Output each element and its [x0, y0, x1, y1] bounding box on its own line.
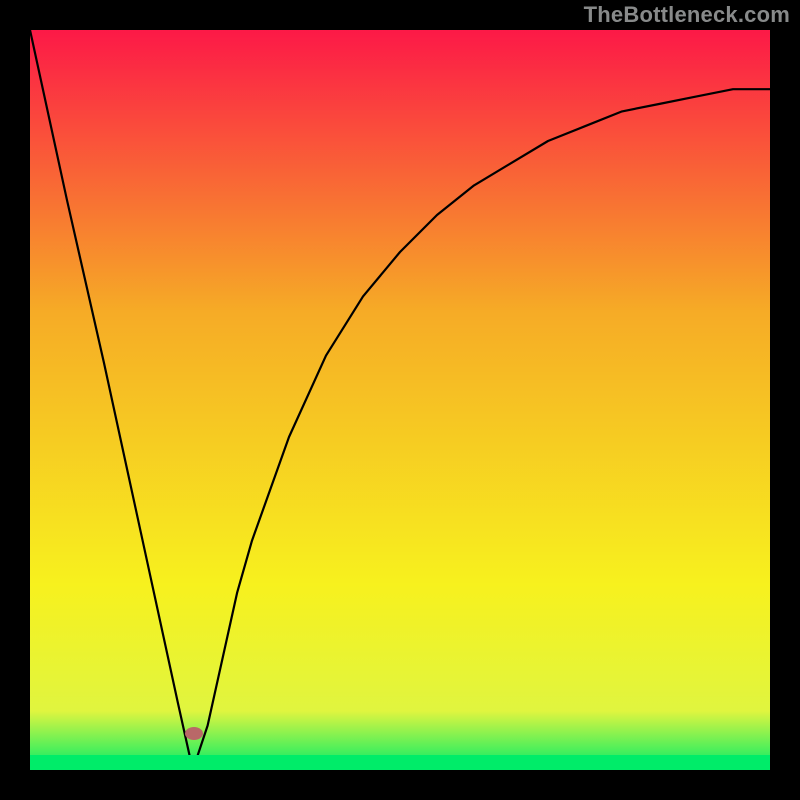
gradient-background [30, 30, 770, 770]
bottom-green-band [30, 755, 770, 770]
chart-frame: TheBottleneck.com [0, 0, 800, 800]
minimum-marker [185, 727, 203, 740]
attribution-text: TheBottleneck.com [584, 2, 790, 28]
plot-area [30, 30, 770, 770]
